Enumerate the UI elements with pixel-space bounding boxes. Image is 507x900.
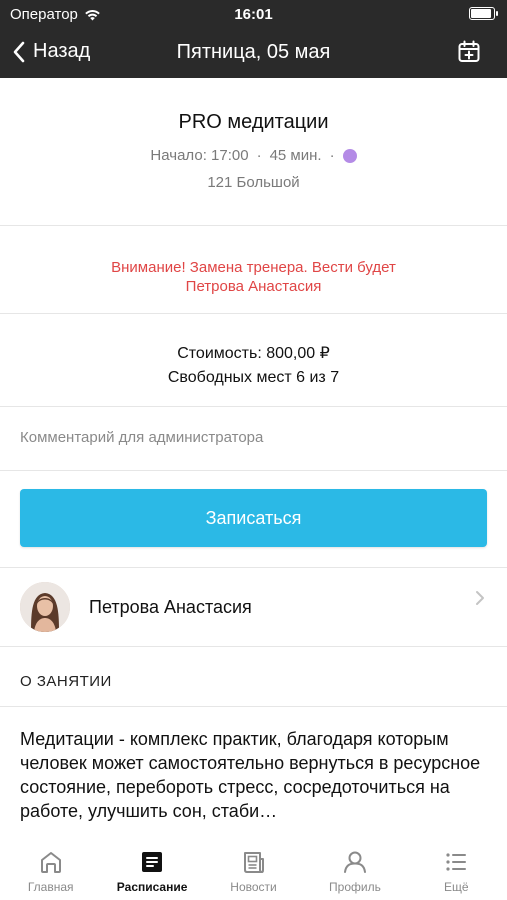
status-bar: Оператор 16:01 <box>0 0 507 30</box>
tab-label: Главная <box>27 880 74 894</box>
class-start-time: Начало: 17:00 <box>150 147 249 164</box>
free-seats-text: Свободных мест 6 из 7 <box>167 369 340 386</box>
news-icon <box>243 852 264 873</box>
class-color-dot <box>342 148 357 163</box>
home-icon <box>40 852 61 873</box>
admin-comment-placeholder: Комментарий для администратора <box>20 429 264 446</box>
tab-schedule[interactable]: Расписание <box>101 838 202 900</box>
trainer-photo-icon <box>20 582 70 632</box>
class-duration: 45 мин. <box>269 147 322 164</box>
chevron-right-icon <box>476 591 484 605</box>
class-title: PRO медитации <box>178 111 329 133</box>
tab-label: Ещё <box>444 880 469 894</box>
admin-comment-field[interactable]: Комментарий для администратора <box>0 407 507 471</box>
tab-home[interactable]: Главная <box>0 838 101 900</box>
clock: 16:01 <box>234 6 273 23</box>
trainer-change-notice: Внимание! Замена тренера. Вести будет Пе… <box>0 226 507 314</box>
class-info-section: PRO медитации Начало: 17:00 · 45 мин. · … <box>0 78 507 226</box>
calendar-plus-icon <box>458 40 480 62</box>
tab-news[interactable]: Новости <box>203 838 304 900</box>
tab-profile[interactable]: Профиль <box>304 838 405 900</box>
about-heading: О ЗАНЯТИИ <box>20 673 112 690</box>
warning-line-2: Петрова Анастасия <box>185 278 322 295</box>
meta-separator: · <box>329 147 335 164</box>
trainer-name: Петрова Анастасия <box>89 596 252 617</box>
pricing-section: Стоимость: 800,00 ₽ Свободных мест 6 из … <box>0 314 507 407</box>
tab-bar: Главная Расписание Новости Профиль Ещё <box>0 838 507 900</box>
nav-bar: Назад Пятница, 05 мая <box>0 30 507 78</box>
more-icon <box>446 853 467 871</box>
schedule-icon <box>142 852 163 872</box>
class-description: Медитации - комплекс практик, благодаря … <box>20 729 481 821</box>
meta-separator: · <box>256 147 262 164</box>
warning-line-1: Внимание! Замена тренера. Вести будет <box>111 259 396 276</box>
trainer-avatar <box>20 582 70 632</box>
tab-label: Профиль <box>329 880 381 894</box>
class-meta: Начало: 17:00 · 45 мин. · <box>0 147 507 164</box>
battery-fill <box>471 9 491 18</box>
tab-label: Расписание <box>116 880 188 894</box>
chevron-left-icon <box>13 41 25 62</box>
add-to-calendar-button[interactable] <box>457 40 481 69</box>
battery-icon <box>469 7 498 20</box>
tab-label: Новости <box>230 880 277 894</box>
trainer-row[interactable]: Петрова Анастасия <box>0 567 507 647</box>
back-button[interactable]: Назад <box>12 40 90 63</box>
price-text: Стоимость: 800,00 ₽ <box>177 345 330 362</box>
about-section-header: О ЗАНЯТИИ <box>0 647 507 707</box>
signup-button[interactable]: Записаться <box>20 489 487 547</box>
back-label: Назад <box>33 40 91 62</box>
tab-more[interactable]: Ещё <box>406 838 507 900</box>
signup-button-label: Записаться <box>205 507 302 528</box>
class-room: 121 Большой <box>207 174 300 191</box>
profile-icon <box>343 851 366 873</box>
